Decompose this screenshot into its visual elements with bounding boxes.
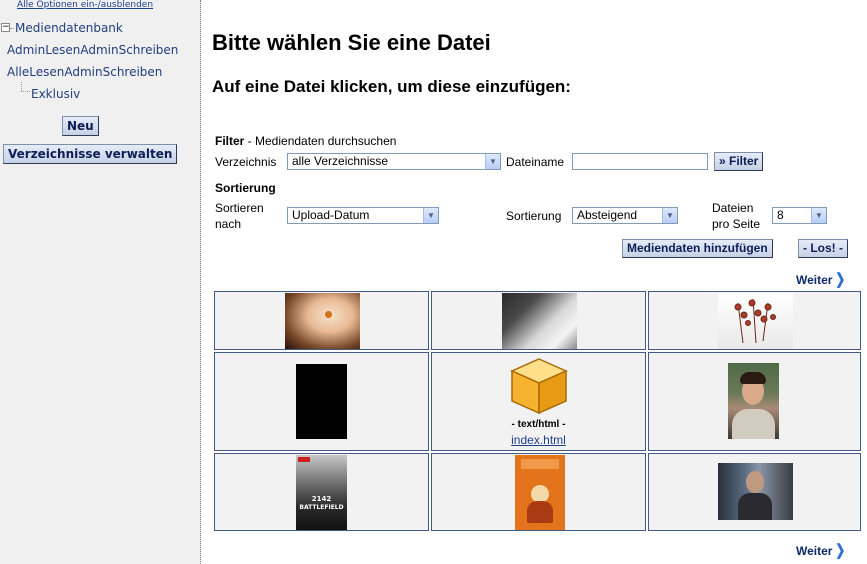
- sort-order-label: Sortierung: [506, 209, 562, 223]
- directory-select-value: alle Verzeichnisse: [292, 154, 389, 168]
- chevron-down-icon: ▼: [811, 208, 826, 223]
- tree-item-allelesen-adminschreiben[interactable]: AlleLesenAdminSchreiben: [7, 65, 162, 79]
- sort-by-select[interactable]: Upload-Datum ▼: [287, 207, 439, 224]
- cover-title: BATTLEFIELD: [299, 504, 344, 511]
- file-cell[interactable]: [214, 291, 429, 350]
- file-cell[interactable]: [648, 352, 861, 451]
- cover-number: 2142: [311, 495, 332, 503]
- file-thumbnail[interactable]: [728, 363, 779, 439]
- sort-order-select-value: Absteigend: [577, 208, 638, 222]
- tree-collapse-icon[interactable]: −: [1, 23, 10, 32]
- tree-item-adminlesen-adminschreiben[interactable]: AdminLesenAdminSchreiben: [7, 43, 178, 57]
- directory-label: Verzeichnis: [215, 155, 277, 169]
- filter-heading: Filter - Mediendaten durchsuchen: [215, 134, 396, 148]
- page-title: Bitte wählen Sie eine Datei: [212, 30, 491, 55]
- sort-by-select-value: Upload-Datum: [292, 208, 370, 222]
- sort-by-label-line1: Sortieren: [215, 201, 264, 215]
- go-button[interactable]: - Los! -: [798, 239, 848, 258]
- main-content: Bitte wählen Sie eine Datei Auf eine Dat…: [202, 0, 867, 564]
- page-subtitle: Auf eine Datei klicken, um diese einzufü…: [212, 77, 571, 96]
- file-type-label: - text/html -: [511, 419, 566, 430]
- file-thumbnail[interactable]: [515, 455, 565, 530]
- next-page-link-top[interactable]: Weiter ❯: [796, 270, 847, 288]
- directory-select[interactable]: alle Verzeichnisse ▼: [287, 153, 501, 170]
- file-cell[interactable]: [214, 352, 429, 451]
- file-thumbnail[interactable]: [285, 293, 360, 349]
- add-media-button[interactable]: Mediendaten hinzufügen: [622, 239, 773, 258]
- manage-folders-button[interactable]: Verzeichnisse verwalten: [3, 144, 178, 164]
- next-label: Weiter: [796, 544, 833, 558]
- file-thumbnail[interactable]: [502, 293, 577, 349]
- file-thumbnail[interactable]: [718, 463, 793, 520]
- box-icon[interactable]: [508, 357, 570, 415]
- toggle-all-options-link[interactable]: Alle Optionen ein-/ausblenden: [17, 0, 153, 10]
- filter-heading-suffix: - Mediendaten durchsuchen: [244, 134, 397, 148]
- file-thumbnail[interactable]: [718, 293, 793, 349]
- filter-button[interactable]: » Filter: [714, 152, 764, 171]
- next-page-link-bottom[interactable]: Weiter ❯: [796, 541, 847, 559]
- file-cell[interactable]: 2142 BATTLEFIELD: [214, 453, 429, 531]
- file-cell[interactable]: [648, 291, 861, 350]
- next-label: Weiter: [796, 273, 833, 287]
- tree-item-mediendatenbank[interactable]: Mediendatenbank: [15, 21, 123, 35]
- sort-order-select[interactable]: Absteigend ▼: [572, 207, 678, 224]
- chevron-down-icon: ▼: [485, 154, 500, 169]
- file-thumbnail[interactable]: 2142 BATTLEFIELD: [296, 455, 347, 530]
- filename-label: Dateiname: [506, 155, 565, 169]
- file-cell[interactable]: [431, 291, 646, 350]
- file-thumbnail[interactable]: [296, 364, 347, 439]
- per-page-select-value: 8: [777, 208, 784, 222]
- per-page-label-line1: Dateien: [712, 201, 754, 215]
- file-cell[interactable]: [648, 453, 861, 531]
- sidebar: Alle Optionen ein-/ausblenden − Medienda…: [0, 0, 201, 564]
- filename-input[interactable]: [572, 153, 708, 170]
- chevron-down-icon: ▼: [662, 208, 677, 223]
- chevron-right-icon: ❯: [835, 542, 846, 559]
- tree-item-exklusiv[interactable]: Exklusiv: [31, 87, 80, 101]
- new-folder-button[interactable]: Neu: [62, 116, 99, 136]
- chevron-down-icon: ▼: [423, 208, 438, 223]
- per-page-select[interactable]: 8 ▼: [772, 207, 827, 224]
- sort-by-label-line2: nach: [215, 217, 242, 231]
- chevron-right-icon: ❯: [835, 271, 846, 288]
- file-cell[interactable]: - text/html - index.html: [431, 352, 646, 451]
- filter-heading-label: Filter: [215, 134, 245, 148]
- sort-heading: Sortierung: [215, 181, 276, 195]
- per-page-label-line2: pro Seite: [712, 217, 761, 231]
- sort-heading-label: Sortierung: [215, 181, 276, 195]
- file-name-link[interactable]: index.html: [432, 433, 645, 447]
- file-cell[interactable]: [431, 453, 646, 531]
